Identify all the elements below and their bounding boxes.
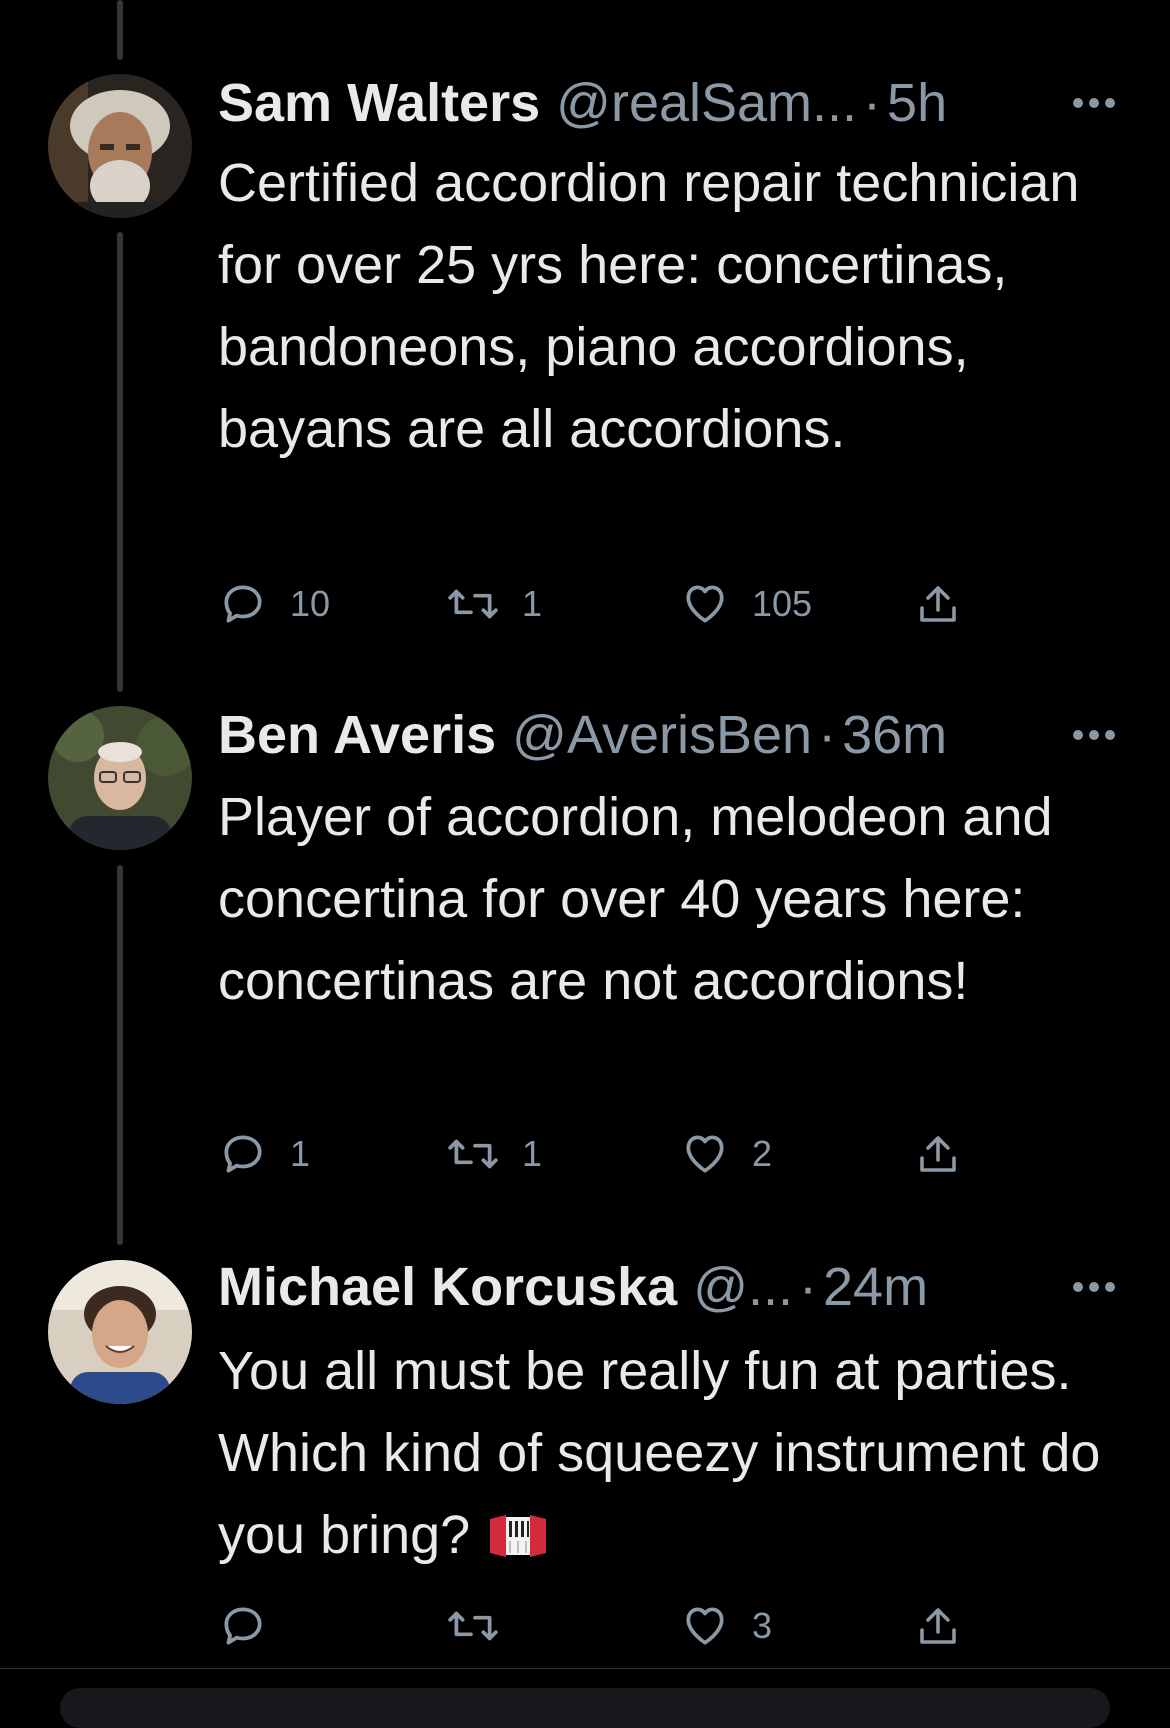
share-icon	[920, 586, 956, 622]
avatar[interactable]	[48, 1260, 192, 1404]
display-name[interactable]: Ben Averis	[218, 700, 496, 770]
more-options-button[interactable]	[1064, 700, 1124, 770]
tweet-actions: 3	[218, 1596, 978, 1656]
reply-count: 10	[290, 583, 331, 624]
more-options-button[interactable]	[1064, 68, 1124, 138]
tweet-text-container: You all must be really fun at parties. W…	[218, 1330, 1138, 1584]
tweet-text: Certified accordion repair technician fo…	[218, 153, 1080, 459]
like-count: 105	[752, 583, 813, 624]
separator-dot: ·	[818, 705, 837, 765]
retweet-button[interactable]	[446, 1596, 522, 1656]
reply-icon	[224, 1135, 262, 1173]
more-options-button[interactable]	[1064, 1252, 1124, 1322]
reply-button[interactable]	[218, 1596, 290, 1656]
share-icon	[920, 1136, 956, 1172]
more-options-icon	[1073, 98, 1115, 108]
display-name[interactable]: Sam Walters	[218, 68, 540, 138]
reply-count: 1	[290, 1133, 311, 1174]
tweet-text: Player of accordion, melodeon and concer…	[218, 787, 1053, 1011]
timestamp[interactable]: 5h	[887, 68, 947, 138]
tweet-actions: 1 1 2	[218, 1124, 978, 1184]
tweet-header: Sam Walters @realSam... · 5h	[218, 68, 1130, 138]
avatar[interactable]	[48, 74, 192, 218]
retweet-count: 1	[522, 1133, 543, 1174]
reply-composer-edge[interactable]	[60, 1688, 1110, 1728]
like-count: 3	[752, 1605, 773, 1646]
thread-line-2	[117, 865, 123, 1245]
avatar[interactable]	[48, 706, 192, 850]
user-handle[interactable]: @AverisBen	[512, 700, 812, 770]
reply-button[interactable]: 10	[218, 574, 330, 634]
more-options-icon	[1073, 1282, 1115, 1292]
separator-dot: ·	[799, 1257, 817, 1317]
share-icon	[920, 1608, 956, 1644]
tweet-header: Ben Averis @AverisBen · 36m	[218, 700, 1130, 770]
reply-icon	[224, 1607, 262, 1645]
tweet[interactable]: Sam Walters @realSam... · 5h Certified a…	[0, 0, 1170, 690]
retweet-icon	[448, 1139, 498, 1169]
retweet-icon	[448, 1611, 498, 1641]
reply-icon	[224, 585, 262, 623]
user-handle[interactable]: @realSam...	[556, 68, 857, 138]
more-options-icon	[1073, 730, 1115, 740]
like-button[interactable]: 2	[680, 1124, 772, 1184]
retweet-count: 1	[522, 583, 543, 624]
reply-button[interactable]: 1	[218, 1124, 310, 1184]
user-handle[interactable]: @...	[693, 1252, 793, 1322]
tweet-actions: 10 1 105	[218, 574, 978, 634]
tweet-text: You all must be really fun at parties. W…	[218, 1341, 1101, 1565]
share-button[interactable]	[914, 1124, 962, 1184]
like-button[interactable]: 3	[680, 1596, 772, 1656]
share-button[interactable]	[914, 1596, 962, 1656]
conversation-thread: Sam Walters @realSam... · 5h Certified a…	[0, 0, 1170, 1728]
bottom-divider	[0, 1668, 1170, 1669]
separator-dot: ·	[863, 73, 882, 133]
accordion-emoji	[486, 1502, 550, 1584]
retweet-button[interactable]: 1	[446, 574, 542, 634]
retweet-button[interactable]: 1	[446, 1124, 542, 1184]
retweet-icon	[448, 589, 498, 619]
display-name[interactable]: Michael Korcuska	[218, 1252, 677, 1322]
like-button[interactable]: 105	[680, 574, 812, 634]
share-button[interactable]	[914, 574, 962, 634]
timestamp[interactable]: 36m	[842, 700, 947, 770]
tweet-header: Michael Korcuska @... · 24m	[218, 1252, 1130, 1322]
heart-icon	[686, 1135, 724, 1173]
like-count: 2	[752, 1133, 773, 1174]
heart-icon	[686, 585, 724, 623]
timestamp[interactable]: 24m	[823, 1252, 928, 1322]
heart-icon	[686, 1607, 724, 1645]
